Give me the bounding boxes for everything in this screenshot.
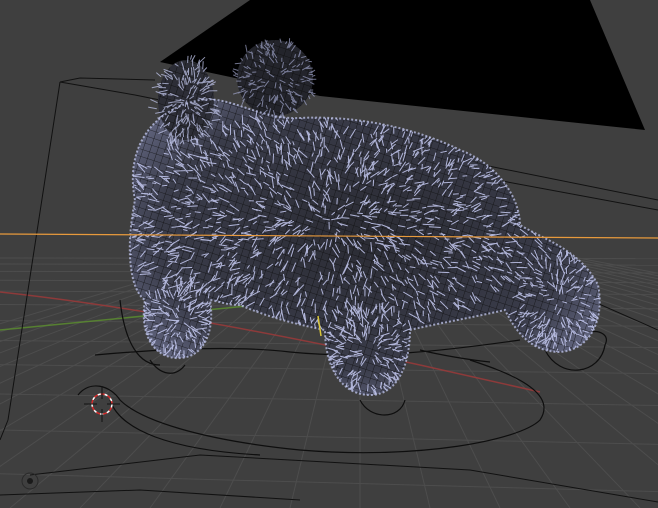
grid-line <box>0 393 658 407</box>
3d-cursor-icon[interactable] <box>84 386 120 422</box>
3d-viewport[interactable] <box>0 0 658 508</box>
object-origin-icon[interactable] <box>21 472 39 490</box>
viewport-scene[interactable] <box>0 0 658 508</box>
grid-line <box>0 429 658 445</box>
